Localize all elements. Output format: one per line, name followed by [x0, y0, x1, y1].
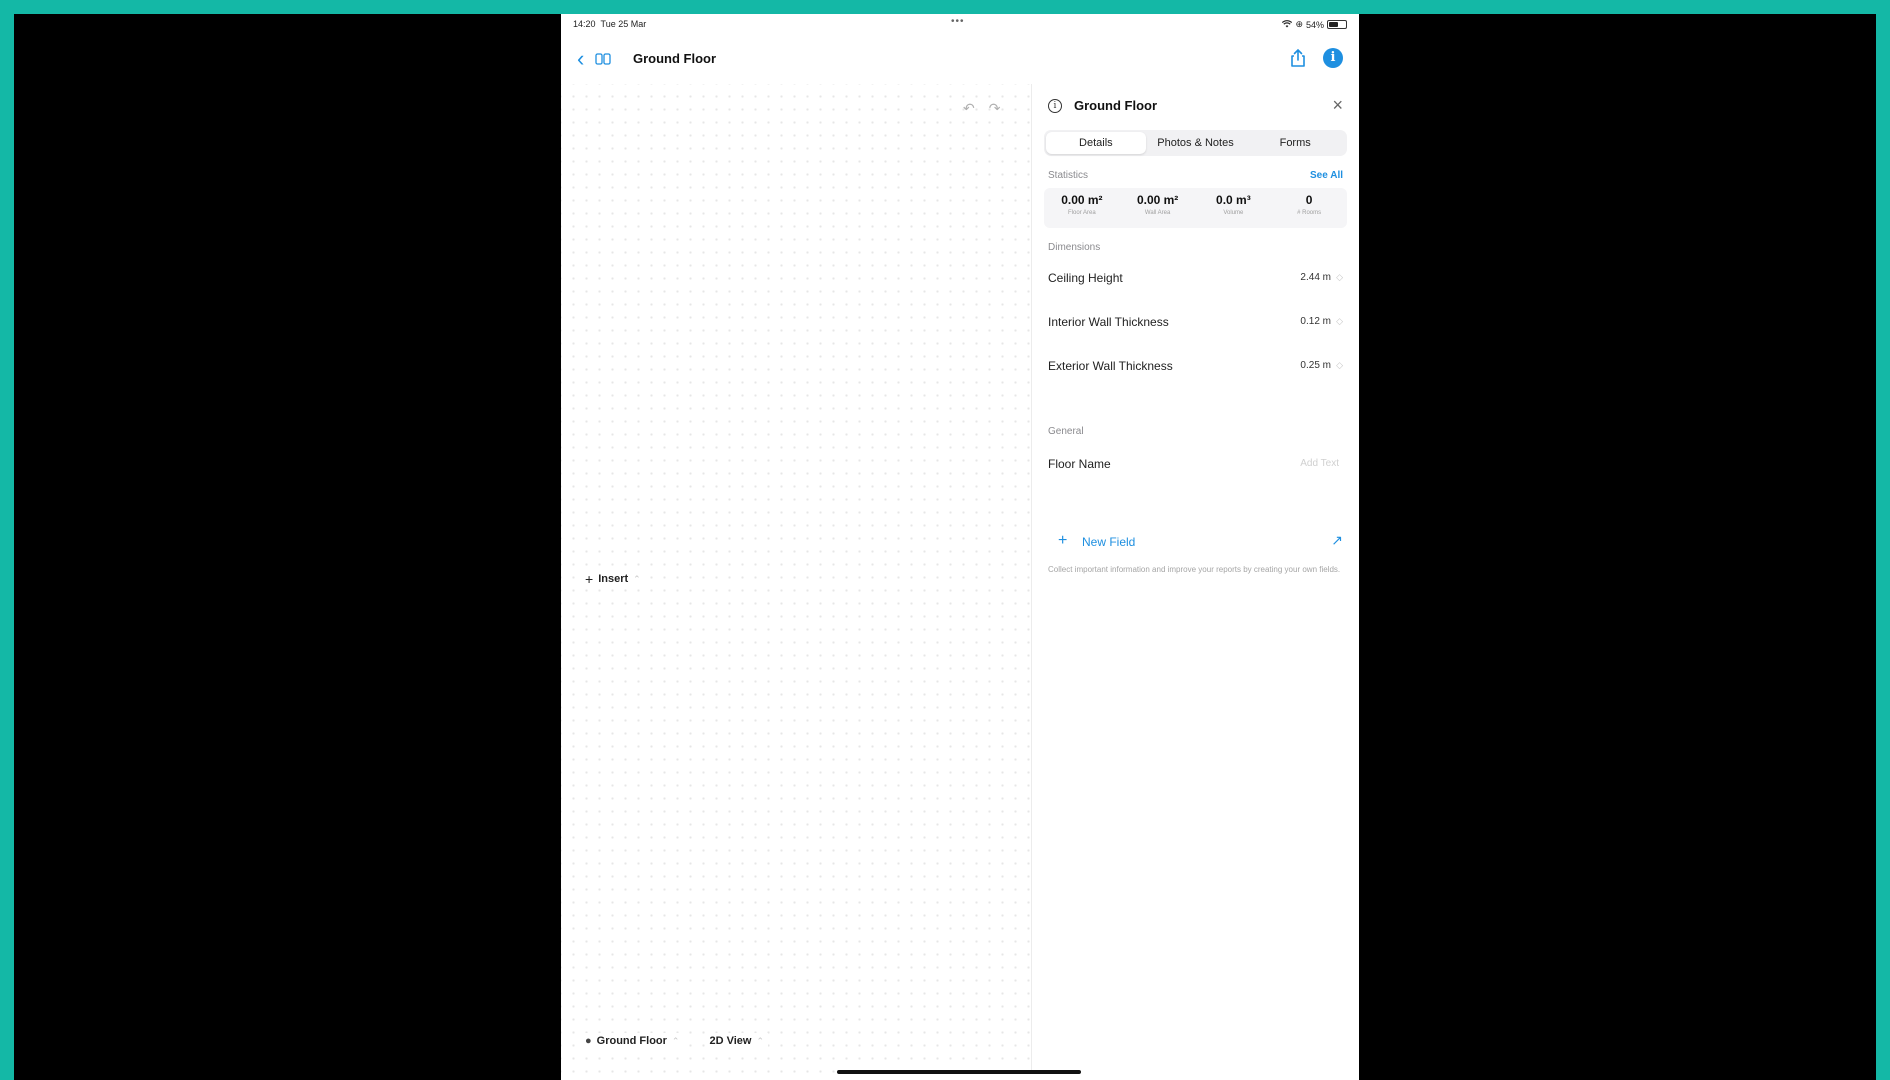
- floor-name-input[interactable]: Add Text: [1300, 458, 1339, 469]
- stat-value: 0.0 m³: [1216, 193, 1251, 207]
- battery-fill: [1329, 22, 1338, 27]
- stat-value: 0.00 m²: [1061, 193, 1103, 207]
- page-title: Ground Floor: [633, 51, 717, 66]
- floor-name-row[interactable]: Floor Name Add Text: [1048, 454, 1343, 476]
- multitask-dots[interactable]: •••: [951, 16, 965, 27]
- ceiling-height-row[interactable]: Ceiling Height 2.44 m ◇: [1048, 268, 1343, 290]
- tab-photos-notes[interactable]: Photos & Notes: [1146, 132, 1246, 154]
- interior-wall-thickness-row[interactable]: Interior Wall Thickness 0.12 m ◇: [1048, 312, 1343, 334]
- tab-forms[interactable]: Forms: [1245, 132, 1345, 154]
- info-icon[interactable]: i: [1323, 48, 1343, 68]
- chevron-updown-icon[interactable]: ◇: [1336, 360, 1343, 371]
- battery-percent: 54%: [1305, 19, 1324, 30]
- stat-value: 0.00 m²: [1136, 193, 1179, 207]
- new-field-label: New Field: [1082, 535, 1136, 549]
- chevron-left-icon[interactable]: ‹: [577, 48, 584, 70]
- dimensions-label: Dimensions: [1048, 242, 1101, 253]
- panel-tabs: Details Photos & Notes Forms: [1044, 130, 1347, 156]
- share-icon[interactable]: [1289, 48, 1307, 68]
- row-value: 2.44 m: [1300, 272, 1331, 283]
- status-time: 14:20 Tue 25 Mar: [573, 19, 647, 29]
- stat-floor-area: 0.00 m² Floor Area: [1044, 188, 1120, 228]
- see-all-link[interactable]: See All: [1310, 170, 1343, 181]
- help-text: Collect important information and improv…: [1048, 565, 1341, 574]
- row-label: Interior Wall Thickness: [1048, 315, 1169, 329]
- exterior-wall-thickness-row[interactable]: Exterior Wall Thickness 0.25 m ◇: [1048, 356, 1343, 378]
- stat-label: Floor Area: [1068, 210, 1096, 216]
- home-indicator[interactable]: [837, 1070, 1081, 1074]
- info-outline-icon: i: [1048, 99, 1062, 113]
- stat-label: # Rooms: [1297, 210, 1322, 216]
- row-value: 0.25 m: [1300, 360, 1331, 371]
- panel-title: Ground Floor: [1074, 98, 1158, 113]
- chevron-updown-icon: ⌃: [633, 573, 641, 584]
- stat-wall-area: 0.00 m² Wall Area: [1120, 188, 1196, 228]
- undo-icon[interactable]: ↶: [963, 100, 975, 117]
- stat-volume: 0.0 m³ Volume: [1196, 188, 1272, 228]
- chevron-updown-icon[interactable]: ◇: [1336, 272, 1343, 283]
- new-field-button[interactable]: + New Field ↗: [1048, 532, 1343, 554]
- undo-redo-group: ↶ ↷: [963, 100, 1000, 117]
- plus-icon: +: [1058, 532, 1068, 549]
- view-selector[interactable]: 2D View ⌃: [705, 1033, 769, 1049]
- battery-icon: [1327, 20, 1347, 29]
- ipad-screen: 14:20 Tue 25 Mar ••• ⊕ 54% ‹ Ground Floo…: [561, 14, 1359, 1080]
- row-label: Floor Name: [1048, 457, 1111, 471]
- rotation-lock-icon: ⊕: [1295, 19, 1303, 29]
- status-right: ⊕ 54%: [1282, 19, 1347, 30]
- redo-icon[interactable]: ↷: [989, 100, 1001, 117]
- chevron-updown-icon: ⌃: [671, 1035, 680, 1046]
- row-value: 0.12 m: [1300, 316, 1331, 327]
- chevron-updown-icon: ⌃: [756, 1035, 765, 1046]
- floor-icon: ●: [585, 1035, 592, 1047]
- stat-value: 0: [1305, 193, 1313, 207]
- view-selector-label: 2D View: [709, 1035, 752, 1047]
- arrow-up-right-icon[interactable]: ↗: [1331, 532, 1343, 549]
- tab-details[interactable]: Details: [1046, 132, 1146, 154]
- stat-label: Volume: [1223, 210, 1244, 216]
- row-label: Ceiling Height: [1048, 271, 1123, 285]
- statistics-card: 0.00 m² Floor Area 0.00 m² Wall Area 0.0…: [1044, 188, 1347, 228]
- wifi-icon: [1282, 19, 1293, 30]
- bottom-toolbar: ● Ground Floor ⌃ 2D View ⌃: [581, 1033, 769, 1049]
- floor-selector-label: Ground Floor: [596, 1035, 667, 1047]
- insert-label: Insert: [598, 573, 629, 585]
- chevron-updown-icon[interactable]: ◇: [1336, 316, 1343, 327]
- close-icon[interactable]: ×: [1332, 95, 1343, 116]
- insert-button[interactable]: + Insert ⌃: [581, 569, 645, 589]
- status-bar: 14:20 Tue 25 Mar ••• ⊕ 54%: [561, 14, 1359, 32]
- stat-label: Wall Area: [1144, 210, 1171, 216]
- row-label: Exterior Wall Thickness: [1048, 359, 1173, 373]
- details-panel: i Ground Floor × Details Photos & Notes …: [1032, 84, 1359, 1074]
- general-label: General: [1048, 426, 1084, 437]
- panel-header: i Ground Floor ×: [1048, 95, 1343, 118]
- plus-icon: +: [585, 571, 594, 587]
- statistics-label: Statistics: [1048, 170, 1089, 181]
- floors-icon[interactable]: [595, 52, 611, 65]
- stat-rooms: 0 # Rooms: [1271, 188, 1347, 228]
- floor-selector[interactable]: ● Ground Floor ⌃: [581, 1033, 684, 1049]
- navigation-bar: ‹ Ground Floor i: [561, 44, 1359, 84]
